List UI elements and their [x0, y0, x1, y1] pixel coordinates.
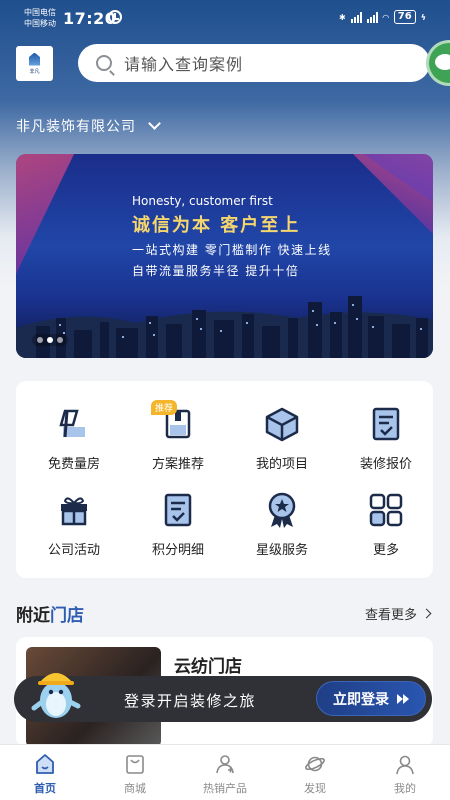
battery-level: 76 — [393, 10, 416, 24]
tab-label: 商城 — [124, 782, 146, 795]
service-label: 免费量房 — [47, 457, 100, 472]
hot-product-icon — [216, 755, 234, 774]
wifi-icon: ◠ — [382, 12, 389, 22]
logo-building-icon — [29, 52, 40, 66]
nearby-title-accent: 门店 — [50, 606, 84, 626]
ruler-icon — [59, 409, 85, 438]
banner-line-1: 一站式构建 零门槛制作 快速上线 — [132, 243, 332, 257]
tab-discover[interactable]: 发现 — [270, 745, 360, 800]
service-free-measure[interactable]: 免费量房 — [22, 405, 126, 485]
tab-label: 我的 — [394, 782, 416, 795]
mascot-image — [31, 673, 81, 718]
more-grid-icon — [369, 493, 403, 527]
chevron-down-icon — [148, 117, 161, 130]
carrier-1: 中国电信 — [24, 8, 56, 17]
points-doc-icon — [164, 493, 192, 527]
planet-icon — [305, 756, 325, 772]
view-more-label: 查看更多 — [364, 608, 417, 623]
service-my-projects[interactable]: 我的项目 — [230, 405, 334, 485]
banner-slogan-en: Honesty, customer first — [132, 194, 273, 208]
system-indicators: ✱ ◠ 76 ϟ — [339, 10, 426, 24]
star-medal-icon — [268, 492, 296, 528]
service-grid: 免费量房 推荐 方案推荐 我的项目 装修报价 公司活动 积分明细 星级服务 更多 — [16, 381, 433, 578]
tab-hot-products[interactable]: 热销产品 — [180, 745, 270, 800]
login-button[interactable]: 立即登录 — [316, 681, 426, 716]
signal-5g-icon — [350, 11, 362, 23]
home-icon — [36, 754, 54, 774]
quote-doc-icon — [372, 407, 400, 441]
service-label: 我的项目 — [255, 457, 308, 472]
service-label: 装修报价 — [359, 457, 412, 472]
service-more[interactable]: 更多 — [334, 491, 438, 571]
chevron-right-icon — [421, 608, 432, 619]
mall-bag-icon — [126, 755, 144, 774]
banner-line-2: 自带流量服务半径 提升十倍 — [132, 264, 300, 278]
company-name: 非凡装饰有限公司 — [16, 119, 136, 135]
company-logo[interactable]: 非凡 — [16, 46, 53, 81]
signal-4g-icon — [366, 11, 378, 23]
status-bar: 中国电信 中国移动 17:20 ✱ ◠ 76 ϟ — [0, 0, 450, 36]
search-input[interactable]: 请输入查询案例 — [124, 51, 243, 75]
carousel-dot[interactable] — [57, 337, 63, 343]
service-label: 方案推荐 — [151, 457, 204, 472]
service-points[interactable]: 积分明细 — [126, 491, 230, 571]
recommend-badge: 推荐 — [151, 400, 178, 415]
service-star-service[interactable]: 星级服务 — [230, 491, 334, 571]
tab-profile[interactable]: 我的 — [360, 745, 450, 800]
search-icon — [96, 55, 112, 71]
login-button-label: 立即登录 — [333, 691, 389, 708]
banner-slogan-cn: 诚信为本 客户至上 — [132, 215, 301, 236]
nearby-stores-title: 附近门店 — [16, 601, 84, 626]
carousel-dot[interactable] — [37, 337, 43, 343]
tab-label: 首页 — [34, 782, 56, 795]
logo-text: 非凡 — [29, 68, 40, 75]
bottom-tab-bar: 首页 商城 热销产品 发现 我的 — [0, 744, 450, 800]
gift-icon — [61, 497, 87, 526]
tab-label: 热销产品 — [203, 782, 247, 795]
bluetooth-icon: ✱ — [338, 12, 346, 22]
tab-mall[interactable]: 商城 — [90, 745, 180, 800]
charging-icon: ϟ — [420, 12, 426, 22]
banner-decor-left — [16, 154, 74, 274]
login-prompt-text: 登录开启装修之旅 — [124, 692, 257, 710]
service-plan-recommend[interactable]: 推荐 方案推荐 — [126, 400, 230, 485]
nearby-title-prefix: 附近 — [16, 606, 50, 626]
carousel-dot-active[interactable] — [47, 337, 53, 343]
service-company-events[interactable]: 公司活动 — [22, 491, 126, 571]
promo-banner[interactable]: Honesty, customer first 诚信为本 客户至上 一站式构建 … — [16, 154, 433, 358]
double-arrow-icon — [397, 693, 409, 704]
carrier-info: 中国电信 中国移动 — [24, 7, 56, 29]
tab-home[interactable]: 首页 — [0, 745, 90, 800]
carousel-indicator[interactable] — [32, 334, 68, 346]
tab-label: 发现 — [304, 782, 326, 795]
profile-icon — [396, 755, 414, 775]
view-more-link[interactable]: 查看更多 — [364, 604, 432, 623]
company-selector[interactable]: 非凡装饰有限公司 — [16, 116, 161, 136]
service-label: 积分明细 — [151, 543, 204, 558]
service-label: 公司活动 — [47, 543, 100, 558]
search-bar[interactable]: 请输入查询案例 — [78, 44, 430, 82]
alarm-icon — [108, 10, 122, 24]
city-skyline-image — [16, 296, 433, 358]
service-label: 更多 — [372, 543, 399, 558]
cube-icon — [265, 407, 299, 442]
service-quote[interactable]: 装修报价 — [334, 405, 438, 485]
store-name: 云纺门店 — [174, 657, 242, 677]
service-label: 星级服务 — [255, 543, 308, 558]
carrier-2: 中国移动 — [24, 19, 56, 28]
